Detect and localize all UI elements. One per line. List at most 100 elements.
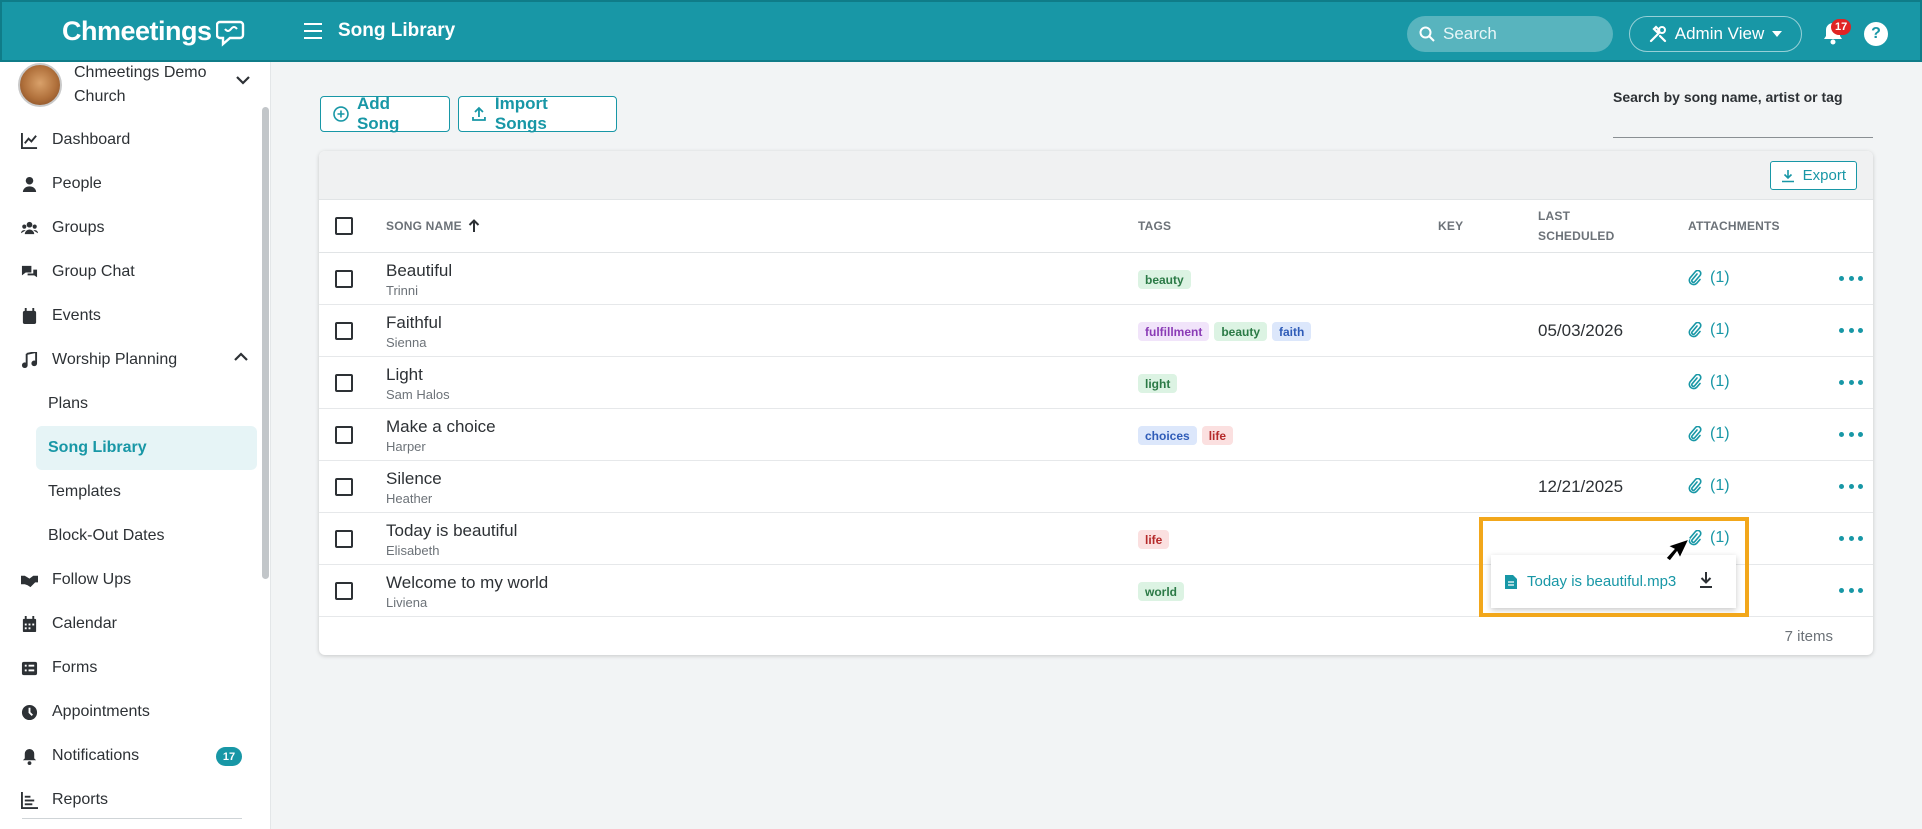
sidebar-subitem-block-out-dates[interactable]: Block-Out Dates — [0, 514, 260, 558]
global-search-input[interactable] — [1443, 24, 1593, 44]
song-name-link[interactable]: Beautiful — [386, 261, 452, 281]
column-header-tags[interactable]: TAGS — [1138, 216, 1171, 236]
row-checkbox[interactable] — [335, 322, 353, 340]
column-header-song-name[interactable]: SONG NAME — [386, 216, 480, 236]
admin-view-button[interactable]: Admin View — [1629, 16, 1802, 52]
row-checkbox[interactable] — [335, 270, 353, 288]
row-checkbox[interactable] — [335, 582, 353, 600]
row-more-actions-icon[interactable] — [1839, 321, 1863, 339]
paperclip-icon — [1688, 374, 1702, 390]
download-icon[interactable] — [1698, 571, 1714, 589]
sidebar-item-reports[interactable]: Reports — [0, 778, 260, 822]
sidebar-item-label: Calendar — [52, 615, 117, 632]
tag-badge: light — [1138, 374, 1178, 393]
attachments-link[interactable]: (1) — [1688, 477, 1730, 495]
sidebar-subitem-templates[interactable]: Templates — [0, 470, 260, 514]
table-row: Make a choice Harper choices life (1) — [319, 409, 1873, 461]
calendar-grid-icon — [20, 615, 38, 633]
sort-ascending-arrow-icon — [468, 219, 480, 232]
attachments-link[interactable]: (1) — [1688, 529, 1730, 547]
admin-view-label: Admin View — [1674, 24, 1765, 43]
add-song-button[interactable]: Add Song — [320, 94, 450, 133]
groups-icon — [20, 219, 38, 237]
sidebar-item-appointments[interactable]: Appointments — [0, 690, 260, 734]
sidebar-item-notifications[interactable]: Notifications 17 — [0, 734, 260, 778]
row-more-actions-icon[interactable] — [1839, 529, 1863, 547]
paperclip-icon — [1688, 530, 1702, 546]
help-icon[interactable]: ? — [1864, 22, 1888, 46]
row-more-actions-icon[interactable] — [1839, 477, 1863, 495]
attachment-file-link[interactable]: Today is beautiful.mp3 — [1527, 573, 1676, 590]
sidebar-scrollbar[interactable] — [262, 107, 269, 579]
song-search-input[interactable] — [1613, 110, 1873, 138]
song-artist: Elisabeth — [386, 543, 440, 558]
sidebar-item-people[interactable]: People — [0, 162, 260, 206]
sidebar-item-label: Groups — [52, 219, 105, 236]
logo-chat-icon — [215, 20, 244, 47]
sidebar-subitem-song-library[interactable]: Song Library — [36, 426, 257, 470]
song-name-link[interactable]: Silence — [386, 469, 442, 489]
song-name-link[interactable]: Make a choice — [386, 417, 496, 437]
table-header: SONG NAME TAGS KEY LAST SCHEDULED ATTACH… — [319, 200, 1873, 253]
sidebar-item-calendar[interactable]: Calendar — [0, 602, 260, 646]
song-name-link[interactable]: Faithful — [386, 313, 442, 333]
bell-icon — [20, 747, 38, 765]
song-name-link[interactable]: Welcome to my world — [386, 573, 548, 593]
row-more-actions-icon[interactable] — [1839, 425, 1863, 443]
attachments-link[interactable]: (1) — [1688, 321, 1730, 339]
top-bar: Chmeetings Song Library Admin View 17 ? — [0, 0, 1922, 62]
sidebar-item-worship-planning[interactable]: Worship Planning — [0, 338, 260, 382]
sidebar-subitem-plans[interactable]: Plans — [0, 382, 260, 426]
column-header-last-scheduled-line2: SCHEDULED — [1538, 229, 1615, 243]
last-scheduled-date: 12/21/2025 — [1538, 477, 1624, 496]
tag-badge: choices — [1138, 426, 1197, 445]
tag-list: life — [1138, 530, 1170, 549]
table-row: Silence Heather 12/21/2025 (1) — [319, 461, 1873, 513]
song-artist: Heather — [386, 491, 433, 506]
global-search[interactable] — [1407, 16, 1613, 52]
sidebar-item-forms[interactable]: Forms — [0, 646, 260, 690]
sidebar-item-groups[interactable]: Groups — [0, 206, 260, 250]
sidebar-item-group-chat[interactable]: Group Chat — [0, 250, 260, 294]
sidebar-item-label: Events — [52, 307, 101, 324]
sidebar-item-label: Follow Ups — [52, 571, 132, 588]
row-checkbox[interactable] — [335, 374, 353, 392]
search-icon — [1419, 26, 1435, 42]
import-songs-button[interactable]: Import Songs — [458, 94, 617, 133]
paperclip-icon — [1688, 478, 1702, 494]
row-more-actions-icon[interactable] — [1839, 373, 1863, 391]
song-name-link[interactable]: Today is beautiful — [386, 521, 517, 541]
attachments-count: (1) — [1710, 425, 1730, 442]
calendar-icon — [20, 307, 38, 325]
chevron-down-icon — [236, 76, 250, 85]
row-checkbox[interactable] — [335, 530, 353, 548]
sidebar-item-dashboard[interactable]: Dashboard — [0, 118, 260, 162]
select-all-checkbox[interactable] — [335, 217, 353, 235]
export-button[interactable]: Export — [1769, 161, 1857, 190]
row-checkbox[interactable] — [335, 478, 353, 496]
attachments-link[interactable]: (1) — [1688, 425, 1730, 443]
row-checkbox[interactable] — [335, 426, 353, 444]
column-header-key[interactable]: KEY — [1438, 216, 1463, 236]
menu-toggle-icon[interactable] — [304, 23, 322, 39]
person-icon — [20, 175, 38, 193]
file-icon — [1505, 574, 1517, 589]
paperclip-icon — [1688, 426, 1702, 442]
sidebar-item-follow-ups[interactable]: Follow Ups — [0, 558, 260, 602]
row-more-actions-icon[interactable] — [1839, 581, 1863, 599]
tag-badge: faith — [1272, 322, 1312, 341]
column-header-last-scheduled[interactable]: LAST SCHEDULED — [1538, 206, 1614, 246]
column-header-attachments[interactable]: ATTACHMENTS — [1688, 216, 1780, 236]
attachment-popup: Today is beautiful.mp3 — [1491, 555, 1736, 608]
sidebar-item-events[interactable]: Events — [0, 294, 260, 338]
row-more-actions-icon[interactable] — [1839, 269, 1863, 287]
bar-chart-icon — [20, 791, 38, 809]
attachments-link[interactable]: (1) — [1688, 269, 1730, 287]
attachments-count: (1) — [1710, 269, 1730, 286]
song-name-link[interactable]: Light — [386, 365, 423, 385]
app-logo[interactable]: Chmeetings — [62, 16, 246, 47]
plus-circle-icon — [333, 106, 349, 122]
attachments-link[interactable]: (1) — [1688, 373, 1730, 391]
chat-icon — [20, 263, 38, 281]
church-selector[interactable]: Chmeetings Demo Church — [18, 62, 258, 120]
